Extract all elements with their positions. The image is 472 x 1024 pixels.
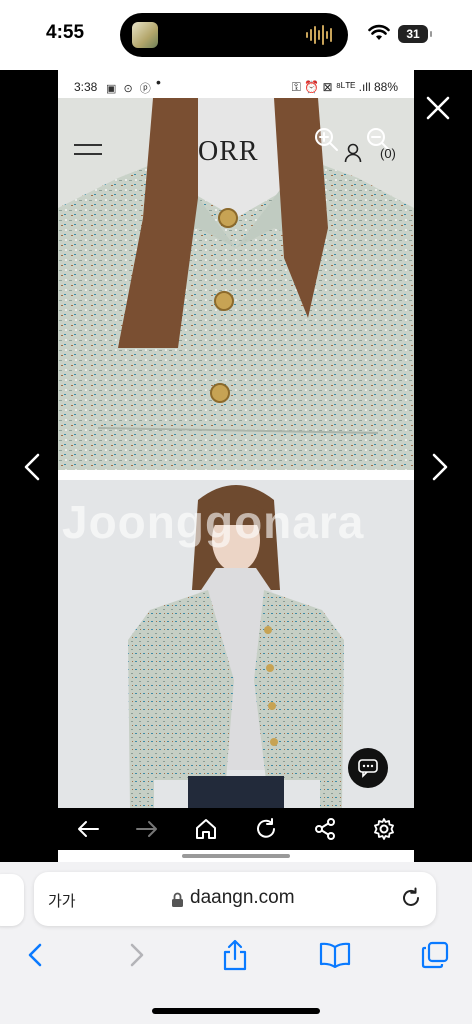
url-domain: daangn.com [190, 887, 295, 908]
android-status-dot: • [156, 74, 161, 90]
forward-button[interactable] [120, 938, 154, 972]
watermark-text: Joonggonara [62, 496, 365, 548]
cart-count: (0) [380, 146, 396, 161]
ios-status-bar: 4:55 31 [0, 0, 472, 70]
reload-icon[interactable] [400, 887, 422, 909]
image-viewer: 3:38 ▣ ⊙ ⓟ • ⚿ ⏰ ⊠ ⁸ᴸᵀᴱ .ıll 88% ORR (0)… [0, 70, 472, 862]
share-upload-icon [223, 939, 247, 971]
chat-bubble-icon [358, 759, 378, 778]
share-icon [310, 814, 340, 844]
safari-toolbar [0, 938, 472, 978]
chevron-right-icon [130, 943, 144, 967]
home-icon [191, 814, 221, 844]
safari-bottom-bar: 가가 daangn.com [0, 862, 472, 1024]
account-icon [344, 143, 362, 163]
back-arrow-icon [73, 814, 103, 844]
battery-icon: 31 [398, 25, 432, 43]
tabs-button[interactable] [418, 938, 452, 972]
audio-wave-icon [306, 24, 332, 46]
refresh-icon [251, 814, 281, 844]
zoom-in-icon[interactable] [313, 126, 339, 152]
book-icon [319, 942, 351, 968]
dynamic-island[interactable] [120, 13, 348, 57]
android-status-bar: 3:38 ▣ ⊙ ⓟ • ⚿ ⏰ ⊠ ⁸ᴸᵀᴱ .ıll 88% [58, 70, 414, 98]
android-system-icons: ⚿ ⏰ ⊠ ⁸ᴸᵀᴱ .ıll 88% [291, 80, 398, 94]
product-photo-model: Joonggonara [58, 480, 414, 808]
lock-icon [172, 892, 183, 907]
ios-home-indicator [152, 1008, 320, 1014]
close-icon[interactable] [424, 94, 452, 122]
menu-icon [74, 144, 102, 162]
now-playing-artwork [132, 22, 158, 48]
chevron-left-icon [28, 943, 42, 967]
back-button[interactable] [18, 938, 52, 972]
bookmarks-button[interactable] [318, 938, 352, 972]
wifi-icon [368, 24, 390, 40]
product-photo-closeup: ORR (0) [58, 98, 414, 470]
share-button[interactable] [218, 938, 252, 972]
settings-gear-icon [369, 814, 399, 844]
status-time: 4:55 [46, 22, 85, 43]
tabs-icon [421, 941, 449, 969]
text-size-button[interactable]: 가가 [48, 890, 76, 911]
address-bar[interactable]: 가가 daangn.com [34, 872, 436, 926]
previous-image-arrow-icon[interactable] [20, 452, 46, 482]
previous-tab-edge[interactable] [0, 874, 24, 926]
next-image-arrow-icon[interactable] [426, 452, 452, 482]
screenshot-image: 3:38 ▣ ⊙ ⓟ • ⚿ ⏰ ⊠ ⁸ᴸᵀᴱ .ıll 88% ORR (0)… [58, 70, 414, 862]
forward-arrow-icon [132, 814, 162, 844]
android-browser-toolbar [58, 808, 414, 850]
chat-button[interactable] [348, 748, 388, 788]
android-notification-icons: ▣ ⊙ ⓟ [106, 83, 153, 95]
brand-logo: ORR [198, 136, 259, 167]
android-home-indicator [182, 854, 290, 858]
android-time: 3:38 [74, 80, 98, 94]
